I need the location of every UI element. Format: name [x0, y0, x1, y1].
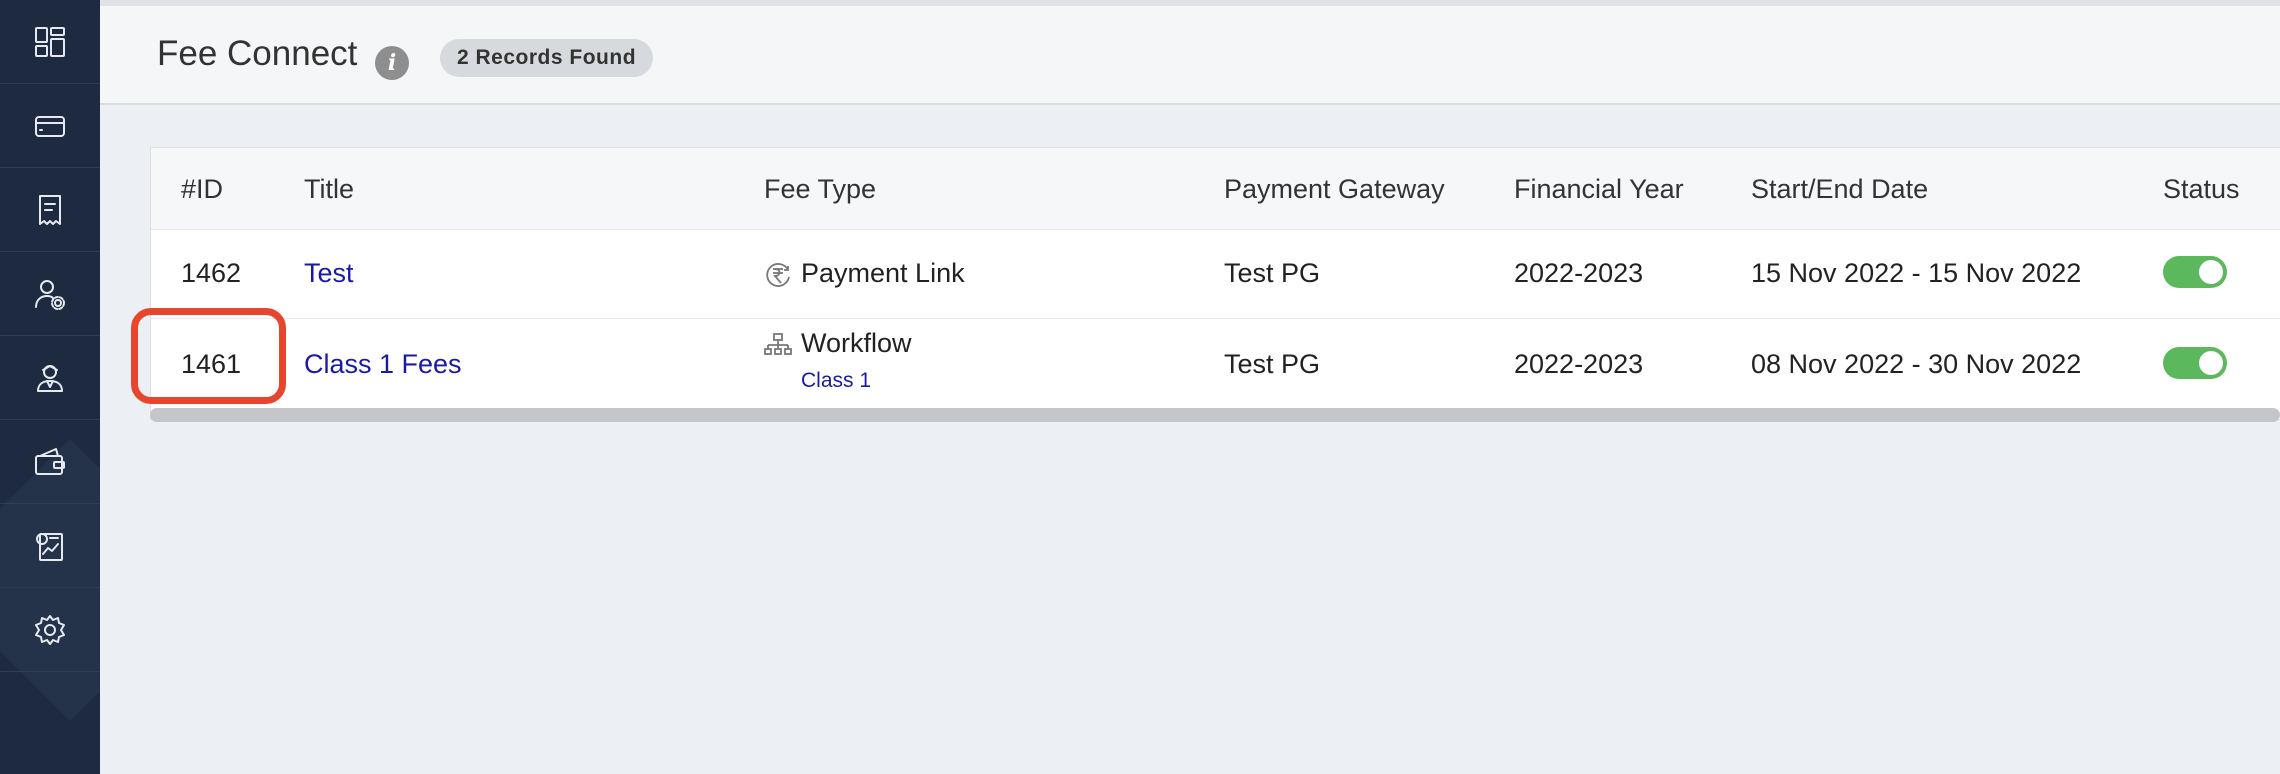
status-toggle[interactable] [2163, 347, 2227, 379]
row-fee-type: Workflow [801, 328, 912, 358]
row-fee-type: Payment Link [801, 258, 965, 288]
row-fee-sub-link[interactable]: Class 1 [801, 369, 871, 393]
row-gateway: Test PG [1224, 349, 1321, 379]
fee-table: #ID Title Fee Type Payment Gateway Finan… [150, 147, 2280, 420]
sidebar-item-students[interactable] [0, 336, 100, 420]
card-icon [35, 115, 65, 137]
row-gateway: Test PG [1224, 258, 1321, 288]
sidebar-item-settings[interactable] [0, 588, 100, 672]
wallet-icon [35, 447, 65, 475]
sidebar-item-reports[interactable] [0, 504, 100, 588]
row-financial-year: 2022-2023 [1514, 258, 1644, 288]
row-dates: 15 Nov 2022 - 15 Nov 2022 [1751, 258, 2082, 288]
column-header-status[interactable]: Status [2163, 174, 2240, 205]
table-row: 1462 Test Payment Link Test PG 2022-2023… [151, 230, 2280, 319]
page-header: Fee Connect i 2 Records Found [100, 0, 2280, 105]
sidebar-item-dashboard[interactable] [0, 0, 100, 84]
student-icon [37, 364, 63, 392]
column-header-fee-type[interactable]: Fee Type [764, 174, 876, 205]
column-header-financial-year[interactable]: Financial Year [1514, 174, 1684, 205]
info-icon[interactable]: i [375, 46, 409, 80]
column-header-start-end-date[interactable]: Start/End Date [1751, 174, 1928, 205]
row-dates: 08 Nov 2022 - 30 Nov 2022 [1751, 349, 2082, 379]
column-header-payment-gateway[interactable]: Payment Gateway [1224, 174, 1445, 205]
user-settings-icon [35, 279, 65, 310]
row-title-link[interactable]: Test [304, 258, 354, 289]
row-id: 1462 [181, 258, 242, 288]
sidebar-item-receipts[interactable] [0, 168, 100, 252]
rupee-link-icon [763, 260, 793, 290]
records-count-badge: 2 Records Found [440, 39, 654, 77]
sidebar [0, 0, 100, 774]
row-financial-year: 2022-2023 [1514, 349, 1644, 379]
sidebar-item-wallet[interactable] [0, 420, 100, 504]
row-title-link[interactable]: Class 1 Fees [304, 349, 462, 380]
workflow-icon [763, 331, 793, 361]
table-row: 1461 Class 1 Fees Workflow Class 1 Test … [151, 319, 2280, 408]
report-icon [36, 532, 63, 561]
horizontal-scrollbar[interactable] [150, 408, 2280, 422]
column-header-title[interactable]: Title [304, 174, 354, 205]
sidebar-item-user-settings[interactable] [0, 252, 100, 336]
table-header: #ID Title Fee Type Payment Gateway Finan… [151, 148, 2280, 230]
gear-icon [35, 614, 65, 645]
sidebar-item-payments[interactable] [0, 84, 100, 168]
dashboard-icon [35, 26, 65, 57]
highlight-annotation [131, 308, 286, 404]
column-header-id[interactable]: #ID [181, 174, 223, 205]
status-toggle[interactable] [2163, 256, 2227, 288]
receipt-icon [39, 194, 61, 225]
page-title: Fee Connect [157, 34, 358, 73]
